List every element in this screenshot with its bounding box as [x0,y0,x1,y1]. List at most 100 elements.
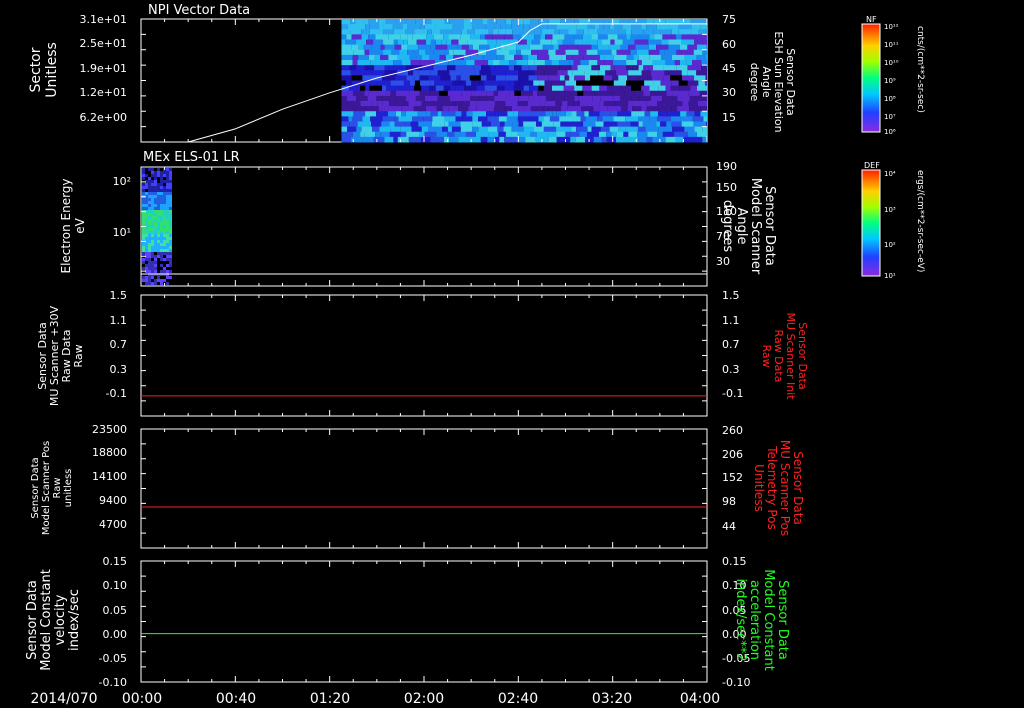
heatmap-cell [529,85,539,92]
heatmap-cell [469,75,475,81]
heatmap-cell [163,189,166,192]
heatmap-cell [551,39,558,46]
heatmap-cell [151,240,154,243]
heatmap-cell [496,39,509,46]
heatmap-cell [486,95,495,102]
heatmap-cell [553,121,561,128]
y-axis-right-label: Sensor Data Model Constant acceleration … [733,569,790,671]
svg-text:Model Scanner Pos: Model Scanner Pos [41,441,52,535]
heatmap-cell [509,90,515,97]
heatmap-cell [681,34,695,40]
heatmap-cell [533,95,546,102]
heatmap-cell [148,234,151,237]
heatmap-cell [393,136,398,143]
heatmap-cell [166,249,169,252]
heatmap-cell [610,39,615,46]
heatmap-cell [538,116,544,122]
heatmap-cell [151,195,154,198]
heatmap-cell [163,216,166,219]
heatmap-cell [166,174,169,177]
heatmap-cell [615,136,630,143]
heatmap-cell [148,189,151,192]
heatmap-cell [401,60,411,66]
ytick-right-label: -0.1 [722,387,743,400]
ytick-right-label: 1.5 [722,289,740,302]
heatmap-cell [436,131,448,138]
heatmap-cell [166,282,169,285]
heatmap-cell [151,246,154,249]
heatmap-cell [394,116,399,122]
heatmap-cell [151,192,154,195]
heatmap-cell [622,24,632,30]
heatmap-cell [617,111,632,117]
heatmap-cell [169,219,172,222]
heatmap-cell [148,276,151,279]
heatmap-cell [354,106,366,112]
heatmap-cell [427,29,432,35]
heatmap-cell [148,213,151,216]
heatmap-cell [553,44,559,51]
heatmap-cell [513,111,519,117]
heatmap-cell [656,44,669,51]
ytick-right-label: 260 [722,424,743,437]
heatmap-cell [624,90,635,97]
heatmap-cell [351,34,362,40]
heatmap-cell [145,198,148,201]
heatmap-cell [681,121,694,128]
heatmap-cell [409,80,415,87]
heatmap-cell [547,24,557,30]
heatmap-cell [678,29,692,35]
heatmap-cell [169,186,172,189]
heatmap-cell [160,183,163,186]
heatmap-cell [151,252,154,255]
heatmap-cell [419,60,431,66]
heatmap-cell [660,121,667,128]
heatmap-cell [390,80,404,87]
heatmap-cell [169,168,172,171]
heatmap-cell [154,192,157,195]
y-axis-right-label: Sensor Data MU Scanner Init Raw Data Raw [760,312,809,400]
heatmap-cell [148,174,151,177]
heatmap-cell [169,237,172,240]
heatmap-cell [151,198,154,201]
heatmap-cell [654,106,664,112]
heatmap-cell [352,116,363,122]
heatmap-cell [142,264,145,267]
heatmap-cell [561,54,567,61]
heatmap-cell [169,213,172,216]
heatmap-cell [148,195,151,198]
heatmap-cell [375,131,381,138]
heatmap-cell [607,85,622,92]
heatmap-cell [163,177,166,180]
panel-model-constant: 0.15 0.10 0.05 0.00 -0.05 -0.10 0.15 0.1… [25,555,790,689]
heatmap-cell [401,95,406,102]
heatmap-cell [151,222,154,225]
heatmap-cell [534,70,545,76]
heatmap-cell [556,136,571,143]
heatmap-cell [628,131,638,138]
heatmap-cell [157,279,160,282]
heatmap-cell [442,106,449,112]
heatmap-cell [407,44,418,51]
heatmap-cell [374,65,385,71]
heatmap-cell [376,95,390,102]
heatmap-cell [555,101,563,107]
heatmap-cell [618,126,626,133]
heatmap-cell [559,60,570,66]
heatmap-cell [151,174,154,177]
y-axis-label: Sector Unitless [28,42,60,98]
heatmap-cell [169,234,172,237]
heatmap-cell [157,201,160,204]
heatmap-cell [154,177,157,180]
heatmap-cell [347,101,361,107]
heatmap-cell [479,80,484,87]
heatmap-cell [588,60,598,66]
heatmap-cell [526,116,539,122]
heatmap-cell [145,219,148,222]
heatmap-cell [467,29,475,35]
heatmap-cell [668,70,682,76]
heatmap-cell [677,95,690,102]
heatmap-cell [450,85,456,92]
ytick-label: 10¹ [113,226,131,239]
heatmap-cell [591,65,601,71]
